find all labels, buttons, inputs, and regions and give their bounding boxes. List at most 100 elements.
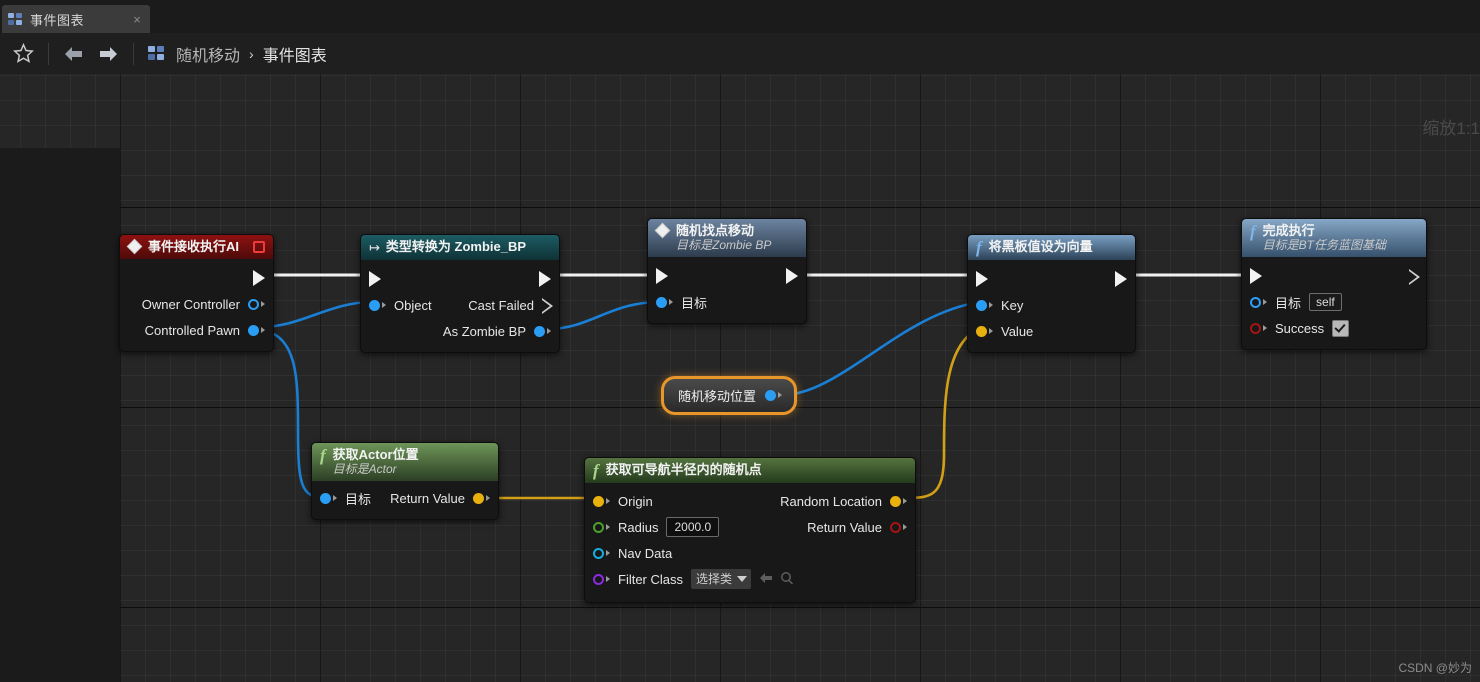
node-body: 目标 xyxy=(648,257,806,323)
pin-row-object-castfailed[interactable]: Object Cast Failed xyxy=(361,292,559,318)
object-pin[interactable] xyxy=(248,324,259,336)
class-pin[interactable] xyxy=(593,573,604,585)
node-body: Object Cast Failed As Zombie BP xyxy=(361,260,559,352)
node-subtitle: 目标是Actor xyxy=(332,462,397,477)
node-header: f 获取Actor位置 目标是Actor xyxy=(312,443,498,482)
node-body: Owner Controller Controlled Pawn xyxy=(120,259,273,351)
node-body: Origin Random Location Radius 2000.0 Ret… xyxy=(585,483,915,602)
vector-pin[interactable] xyxy=(473,492,484,504)
pin-label: Radius xyxy=(618,519,659,535)
exec-in-pin[interactable] xyxy=(369,271,381,287)
magnifier-icon[interactable] xyxy=(780,571,794,588)
node-title: 将黑板值设为向量 xyxy=(988,239,1093,254)
node-title: 事件接收执行AI xyxy=(148,239,240,254)
graph-canvas[interactable]: 缩放1:1 CSDN @妙为 事件接收执行AI Owner Controller… xyxy=(0,74,1480,682)
vector-pin[interactable] xyxy=(976,325,987,337)
pin-label: Object xyxy=(394,297,432,313)
pin-row-exec[interactable] xyxy=(648,263,806,289)
object-pin[interactable] xyxy=(765,389,777,401)
object-ref-pin[interactable] xyxy=(593,547,604,559)
breakpoint-icon[interactable] xyxy=(253,241,265,253)
node-header: 随机找点移动 目标是Zombie BP xyxy=(648,219,806,258)
node-event-receive-execute-ai[interactable]: 事件接收执行AI Owner Controller Controlled Paw… xyxy=(119,234,274,353)
favorite-star-icon[interactable] xyxy=(6,39,40,69)
event-diamond-icon xyxy=(128,241,141,254)
pin-row-target-returnvalue[interactable]: 目标 Return Value xyxy=(312,485,498,511)
pin-label: Value xyxy=(1001,323,1034,339)
pin-row-nav-data[interactable]: Nav Data xyxy=(585,540,915,566)
tab-event-graph[interactable]: 事件图表 × xyxy=(2,5,150,33)
node-title: 获取Actor位置 xyxy=(332,447,419,462)
success-checkbox[interactable] xyxy=(1332,319,1350,337)
radius-input[interactable]: 2000.0 xyxy=(666,517,720,537)
exec-in-pin[interactable] xyxy=(656,268,668,285)
breadcrumb-item-blueprint[interactable]: 随机移动 xyxy=(176,42,240,66)
pin-row-key[interactable]: Key xyxy=(968,292,1135,318)
exec-out-cast-failed-pin[interactable] xyxy=(542,297,553,314)
close-icon[interactable]: × xyxy=(130,12,144,27)
float-pin[interactable] xyxy=(593,521,604,533)
node-variable-get-random-move-location[interactable]: 随机移动位置 xyxy=(661,376,797,415)
pin-row-exec[interactable] xyxy=(968,266,1135,292)
bool-pin[interactable] xyxy=(890,521,901,533)
object-ref-pin[interactable] xyxy=(1250,296,1261,308)
blueprint-icon xyxy=(148,46,165,61)
node-finish-execute[interactable]: f 完成执行 目标是BT任务蓝图基础 目标 self Success xyxy=(1241,218,1427,351)
pin-row-exec[interactable] xyxy=(361,266,559,292)
node-get-random-point-in-navigable-radius[interactable]: f 获取可导航半径内的随机点 Origin Random Location Ra… xyxy=(584,457,916,603)
pin-row-target[interactable]: 目标 xyxy=(648,289,806,315)
pin-row-origin-randomlocation[interactable]: Origin Random Location xyxy=(585,488,915,514)
pin-row-controlled-pawn[interactable]: Controlled Pawn xyxy=(120,317,273,343)
filter-class-dropdown[interactable]: 选择类 xyxy=(691,569,752,589)
breadcrumb-separator: › xyxy=(249,45,254,62)
pin-row-target[interactable]: 目标 self xyxy=(1242,289,1426,315)
node-header: f 将黑板值设为向量 xyxy=(968,235,1135,260)
node-random-find-point-move[interactable]: 随机找点移动 目标是Zombie BP 目标 xyxy=(647,218,807,325)
node-set-blackboard-value-as-vector[interactable]: f 将黑板值设为向量 Key Value xyxy=(967,234,1136,353)
exec-out-pin[interactable] xyxy=(786,268,798,285)
arrow-left-icon[interactable] xyxy=(759,571,774,587)
pin-label: Nav Data xyxy=(618,545,673,561)
object-ref-pin[interactable] xyxy=(248,298,259,310)
pin-row-as-zombie-bp[interactable]: As Zombie BP xyxy=(361,318,559,344)
blueprint-icon xyxy=(8,12,23,26)
exec-in-pin[interactable] xyxy=(1250,268,1262,285)
node-title: 随机找点移动 xyxy=(676,223,755,238)
breadcrumb-item-graph[interactable]: 事件图表 xyxy=(263,42,327,66)
object-pin[interactable] xyxy=(534,325,545,337)
object-pin[interactable] xyxy=(369,299,380,311)
node-cast-to-zombie-bp[interactable]: ↦ 类型转换为 Zombie_BP Object Cast Failed As … xyxy=(360,234,560,353)
arrow-left-icon[interactable] xyxy=(57,39,91,69)
vector-pin[interactable] xyxy=(890,495,901,507)
pin-row-owner-controller[interactable]: Owner Controller xyxy=(120,291,273,317)
left-gutter xyxy=(0,148,120,682)
function-icon-green: f xyxy=(320,446,326,465)
exec-out-pin[interactable] xyxy=(253,270,265,287)
toolbar-separator-1 xyxy=(48,42,49,65)
pin-row-filter-class[interactable]: Filter Class 选择类 xyxy=(585,566,915,592)
arrow-right-icon[interactable] xyxy=(91,39,125,69)
node-body: 目标 Return Value xyxy=(312,481,498,519)
exec-out-pin[interactable] xyxy=(1115,271,1127,287)
object-pin[interactable] xyxy=(656,296,667,308)
exec-out-pin[interactable] xyxy=(1409,268,1420,285)
exec-out-pin[interactable] xyxy=(539,271,551,287)
node-subtitle: 目标是BT任务蓝图基础 xyxy=(1262,238,1387,253)
object-pin[interactable] xyxy=(320,492,331,504)
blueprint-editor-window: 事件图表 × 随机移动 › 事件图表 缩放1:1 CSDN @妙为 事件接收执行… xyxy=(0,0,1480,682)
pin-label: 目标 xyxy=(681,295,708,311)
target-self-value[interactable]: self xyxy=(1309,293,1342,312)
exec-in-pin[interactable] xyxy=(976,271,988,287)
object-pin[interactable] xyxy=(976,299,987,311)
pin-row-radius-returnvalue[interactable]: Radius 2000.0 Return Value xyxy=(585,514,915,540)
vector-pin[interactable] xyxy=(593,495,604,507)
pin-row-value[interactable]: Value xyxy=(968,318,1135,344)
pin-row-success[interactable]: Success xyxy=(1242,315,1426,341)
pin-row-exec-out[interactable] xyxy=(120,265,273,291)
pin-row-exec[interactable] xyxy=(1242,263,1426,289)
node-subtitle: 目标是Zombie BP xyxy=(676,238,772,253)
node-header: f 获取可导航半径内的随机点 xyxy=(585,458,915,483)
chevron-down-icon xyxy=(737,575,748,582)
bool-pin[interactable] xyxy=(1250,322,1261,334)
node-get-actor-location[interactable]: f 获取Actor位置 目标是Actor 目标 Return Value xyxy=(311,442,499,521)
